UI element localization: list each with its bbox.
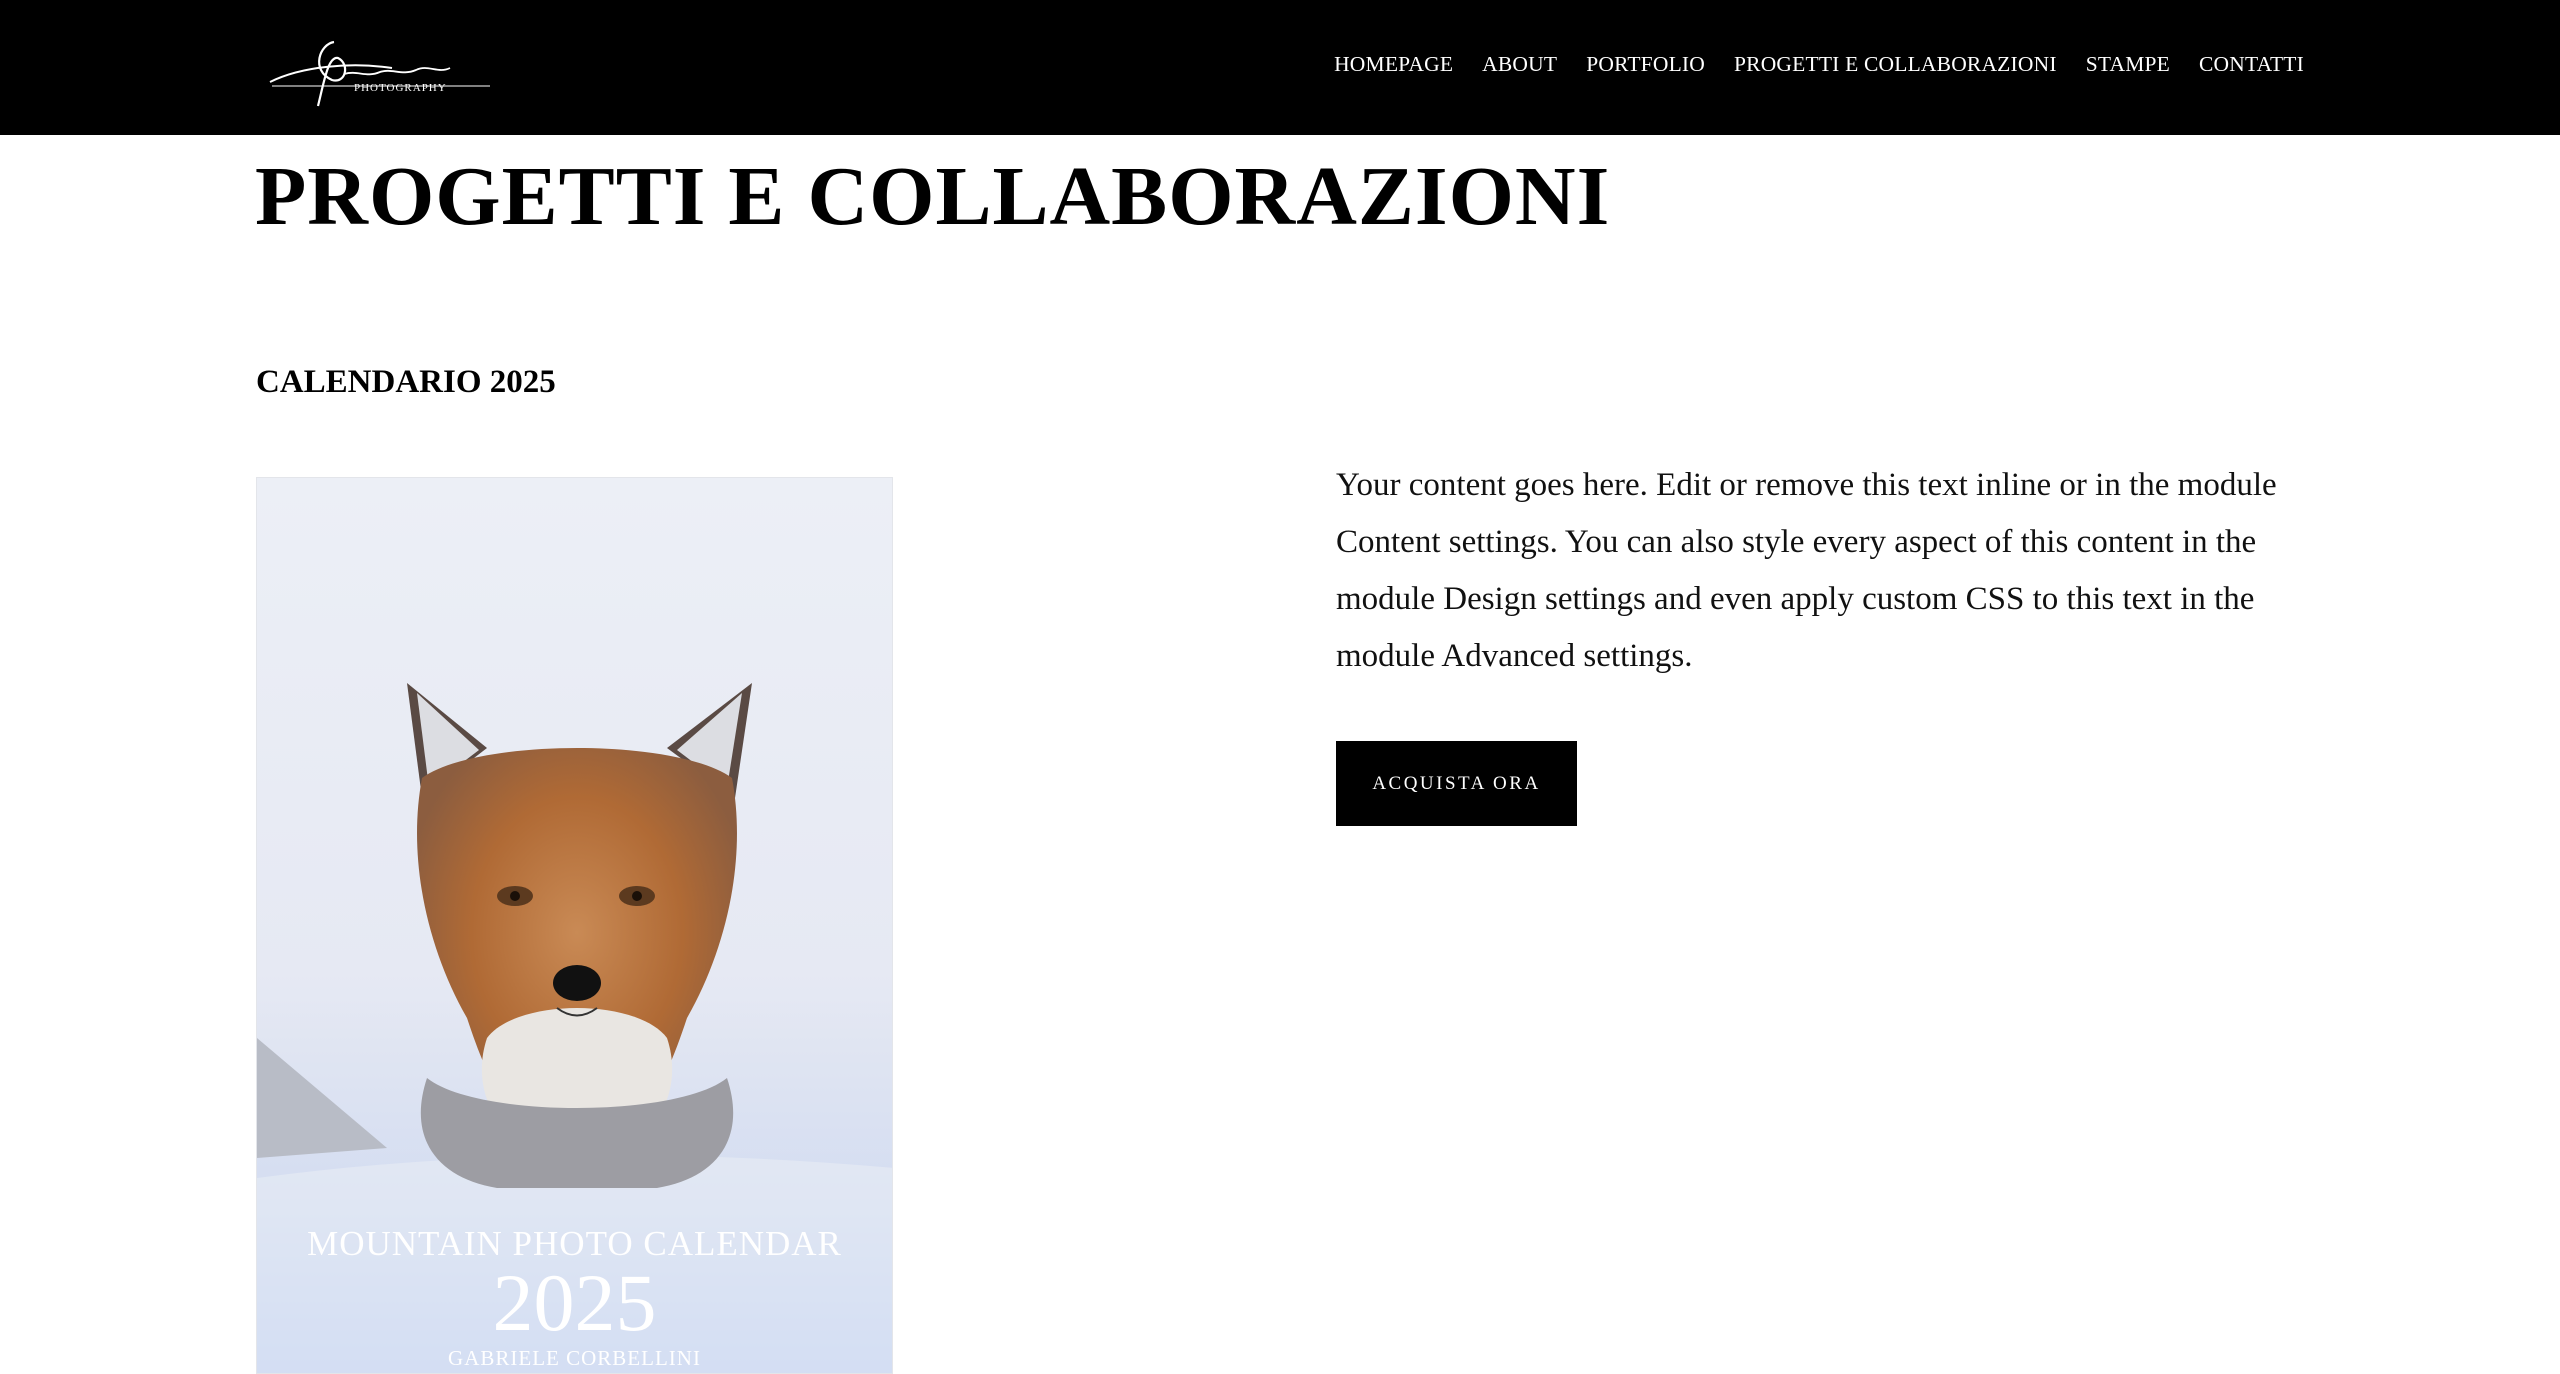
nav-item-contatti[interactable]: CONTATTI (2199, 52, 2304, 77)
buy-now-button[interactable]: ACQUISTA ORA (1336, 741, 1577, 826)
site-logo[interactable]: PHOTOGRAPHY (262, 30, 492, 116)
content-text: Your content goes here. Edit or remove t… (1336, 467, 2277, 674)
calendar-caption-author: GABRIELE CORBELLINI (448, 1346, 701, 1370)
calendar-cover-image[interactable]: MOUNTAIN PHOTO CALENDAR 2025 GABRIELE CO… (256, 477, 893, 1374)
page-title: PROGETTI E COLLABORAZIONI (255, 150, 1611, 243)
logo-subtitle: PHOTOGRAPHY (354, 82, 447, 94)
nav-item-portfolio[interactable]: PORTFOLIO (1586, 52, 1705, 77)
nav-item-homepage[interactable]: HOMEPAGE (1334, 52, 1453, 77)
section-title: CALENDARIO 2025 (256, 364, 556, 400)
nav-item-stampe[interactable]: STAMPE (2086, 52, 2170, 77)
site-header: PHOTOGRAPHY HOMEPAGE ABOUT PORTFOLIO PRO… (0, 0, 2560, 135)
calendar-caption-year: 2025 (492, 1257, 657, 1348)
main-navigation: HOMEPAGE ABOUT PORTFOLIO PROGETTI E COLL… (1334, 52, 2304, 77)
signature-logo-icon (269, 40, 490, 107)
nav-item-progetti[interactable]: PROGETTI E COLLABORAZIONI (1734, 52, 2057, 77)
nav-item-about[interactable]: ABOUT (1482, 52, 1557, 77)
